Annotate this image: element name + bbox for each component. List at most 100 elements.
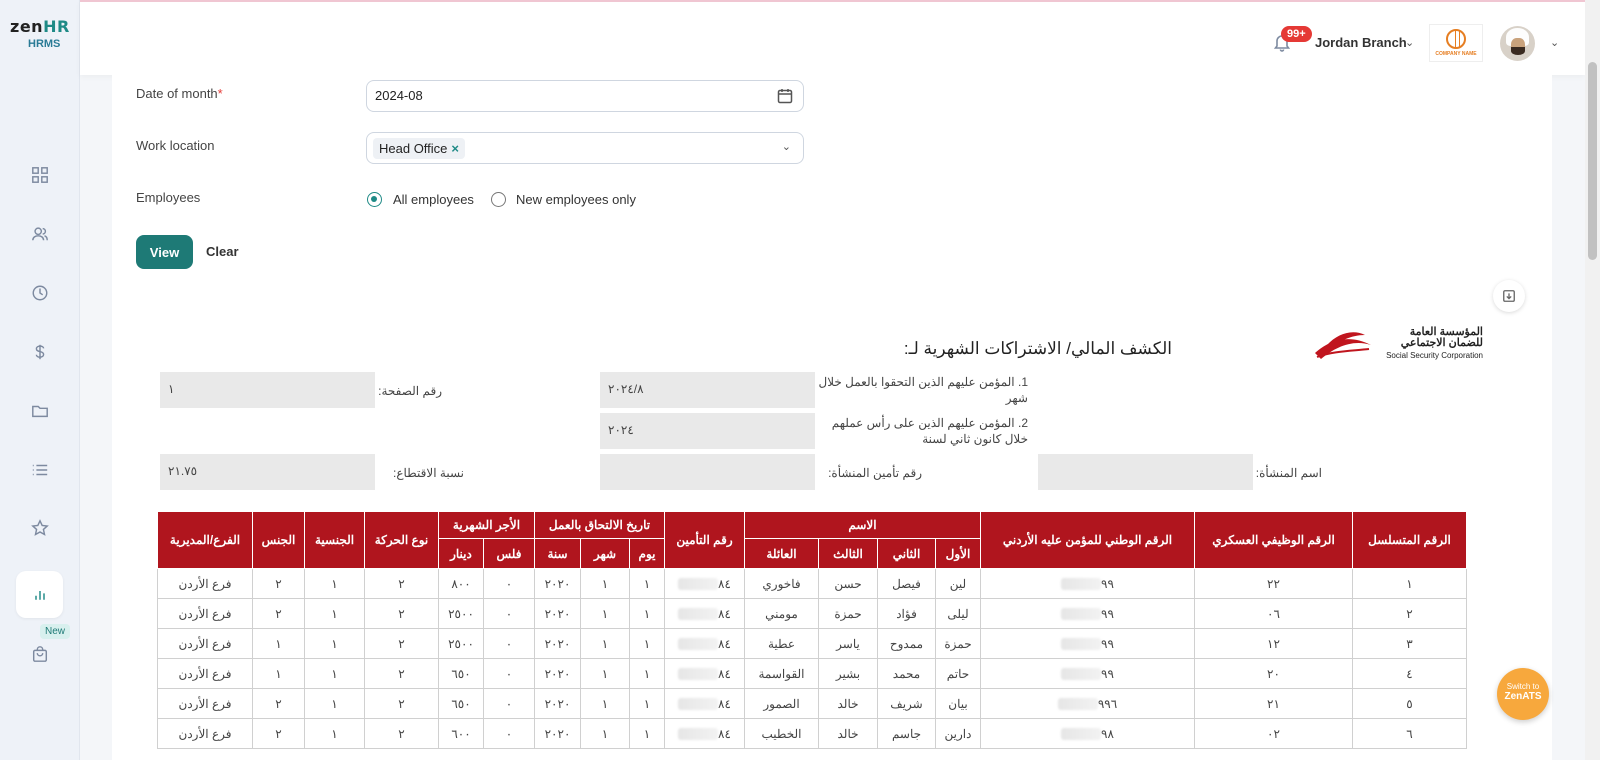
header-branch: الفرع/المديرية [157, 511, 253, 569]
users-icon[interactable] [26, 220, 54, 248]
header-name: الاسم [744, 511, 981, 539]
folder-icon[interactable] [26, 397, 54, 425]
dashboard-icon[interactable] [26, 161, 54, 189]
redacted-value [678, 728, 719, 741]
clock-icon[interactable] [26, 279, 54, 307]
dollar-icon[interactable] [26, 338, 54, 366]
redacted-value [1061, 578, 1102, 591]
deduction-rate-label: نسبة الاقتطاع: [393, 466, 464, 480]
cell-first: حمزة [935, 628, 981, 659]
view-button[interactable]: View [136, 235, 193, 269]
cell-serial: ٢ [1352, 598, 1467, 629]
ssc-arabic-name: المؤسسة العامة للضمان الاجتماعي [1400, 326, 1483, 349]
logo-subtitle: HRMS [28, 38, 61, 50]
header-family: العائلة [744, 538, 819, 569]
cell-family: فاخوري [744, 568, 819, 599]
chevron-down-icon[interactable]: ⌄ [782, 140, 791, 153]
cell-third: حمزة [818, 598, 878, 629]
cell-insurance: ٨٤ [664, 568, 745, 599]
redacted-value [1057, 698, 1098, 711]
redacted-value [678, 698, 719, 711]
cell-insurance: ٨٤ [664, 658, 745, 689]
table-row: ١ ٢٢ ٩٩ لين فيصل حسن فاخوري ٨٤ ١ ١ ٢٠٢٠ ٠ ٨٠٠ ٢ ١ ٢ فرع … [157, 568, 1467, 599]
cell-second: جاسم [877, 718, 936, 749]
cell-second: ممدوح [877, 628, 936, 659]
cell-serial: ٥ [1352, 688, 1467, 719]
scrollbar-thumb[interactable] [1588, 62, 1597, 260]
cell-gender: ٢ [252, 568, 305, 599]
cell-second: محمد [877, 658, 936, 689]
cell-gender: ١ [252, 658, 305, 689]
calendar-icon[interactable] [777, 88, 793, 104]
cell-military: ٠٦ [1194, 598, 1353, 629]
branch-selector[interactable]: Jordan Branch [1315, 35, 1407, 50]
redacted-value [678, 608, 719, 621]
header-movement: نوع الحركة [364, 511, 439, 569]
list-icon[interactable] [26, 456, 54, 484]
cell-serial: ٦ [1352, 718, 1467, 749]
deduction-rate-value: ٢١.٧٥ [160, 454, 375, 490]
date-of-month-label: Date of month* [136, 86, 223, 101]
cell-gender: ٢ [252, 688, 305, 719]
redacted-value [678, 668, 719, 681]
cell-first: دارين [935, 718, 981, 749]
star-icon[interactable] [26, 514, 54, 542]
redacted-value [1061, 728, 1102, 741]
cell-fils: ٠ [483, 718, 535, 749]
clear-button[interactable]: Clear [206, 244, 239, 259]
chevron-down-icon[interactable]: ⌄ [1550, 36, 1559, 49]
logo-text: zen [10, 17, 44, 36]
header-month: شهر [580, 538, 630, 569]
cell-third: حسن [818, 568, 878, 599]
chevron-down-icon[interactable]: ⌄ [1405, 36, 1414, 49]
onhead-label: 2. المؤمن عليهم الذين على رأس عملهم خلال… [831, 416, 1028, 446]
new-employees-radio[interactable] [491, 192, 506, 207]
avatar[interactable] [1500, 26, 1535, 61]
switch-line1: Switch to [1506, 682, 1540, 691]
top-bar: 99+ Jordan Branch ⌄ COMPANY NAME ⌄ [80, 0, 1585, 75]
export-icon[interactable] [1493, 280, 1525, 312]
reports-chart-icon[interactable] [16, 571, 63, 618]
header-military: الرقم الوظيفي العسكري [1194, 511, 1353, 569]
cell-day: ١ [629, 598, 665, 629]
cell-family: القواسمة [744, 658, 819, 689]
cell-third: خالد [818, 718, 878, 749]
contributions-table: الرقم المتسلسل الرقم الوظيفي العسكري الر… [157, 511, 1467, 749]
cell-day: ١ [629, 568, 665, 599]
cell-serial: ١ [1352, 568, 1467, 599]
header-nationality: الجنسية [304, 511, 365, 569]
head-office-chip: Head Office × [373, 138, 466, 159]
table-body: ١ ٢٢ ٩٩ لين فيصل حسن فاخوري ٨٤ ١ ١ ٢٠٢٠ ٠ ٨٠٠ ٢ ١ ٢ فرع … [157, 568, 1467, 749]
cell-movement: ٢ [364, 658, 439, 689]
zenhr-logo[interactable]: zenHR HRMS [10, 17, 80, 50]
all-employees-radio[interactable] [367, 192, 382, 207]
redacted-value [678, 638, 719, 651]
employees-label: Employees [136, 190, 201, 205]
header-gender: الجنس [252, 511, 305, 569]
cell-military: ٠٢ [1194, 718, 1353, 749]
all-employees-label[interactable]: All employees [393, 192, 474, 207]
chip-remove-icon[interactable]: × [451, 141, 459, 156]
cell-second: شريف [877, 688, 936, 719]
cell-family: الصمور [744, 688, 819, 719]
cell-month: ١ [580, 568, 630, 599]
cell-military: ٢٢ [1194, 568, 1353, 599]
work-location-select[interactable]: Head Office × ⌄ [366, 132, 804, 164]
date-of-month-input[interactable]: 2024-08 [366, 80, 804, 112]
cell-first: بيان [935, 688, 981, 719]
cell-gender: ٢ [252, 718, 305, 749]
logo-text-hr: HR [43, 17, 70, 36]
header-national: الرقم الوطني للمؤمن عليه الأردني [980, 511, 1195, 569]
establishment-number-label: رقم تأمين المنشأة: [828, 466, 922, 480]
header-year: سنة [534, 538, 581, 569]
cell-insurance: ٨٤ [664, 718, 745, 749]
header-third: الثالث [818, 538, 878, 569]
cell-day: ١ [629, 628, 665, 659]
cell-dinar: ٨٠٠ [438, 568, 484, 599]
new-employees-label[interactable]: New employees only [516, 192, 636, 207]
cell-branch: فرع الأردن [157, 568, 253, 599]
cell-insurance: ٨٤ [664, 688, 745, 719]
switch-to-zenats-button[interactable]: Switch to ZenATS [1497, 668, 1549, 720]
shopping-bag-icon[interactable] [26, 640, 54, 668]
header-fils: فلس [483, 538, 535, 569]
